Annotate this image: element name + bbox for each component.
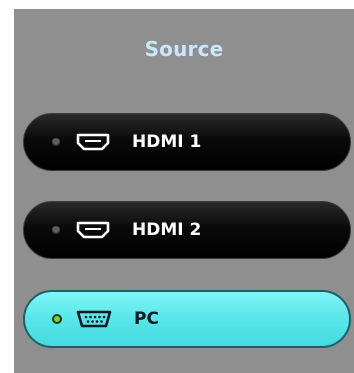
status-led-active bbox=[52, 314, 62, 324]
hdmi-port-icon bbox=[76, 220, 110, 240]
vga-port-icon bbox=[76, 309, 112, 329]
hdmi-port-icon bbox=[76, 132, 110, 152]
source-label: HDMI 1 bbox=[132, 132, 202, 152]
source-button-hdmi-1[interactable]: HDMI 1 bbox=[23, 113, 351, 171]
source-button-pc[interactable]: PC bbox=[23, 290, 351, 348]
status-led bbox=[52, 226, 60, 234]
source-button-hdmi-2[interactable]: HDMI 2 bbox=[23, 201, 351, 259]
status-led bbox=[52, 138, 60, 146]
source-label: HDMI 2 bbox=[132, 220, 202, 240]
source-label: PC bbox=[134, 309, 159, 329]
menu-title: Source bbox=[144, 37, 224, 61]
